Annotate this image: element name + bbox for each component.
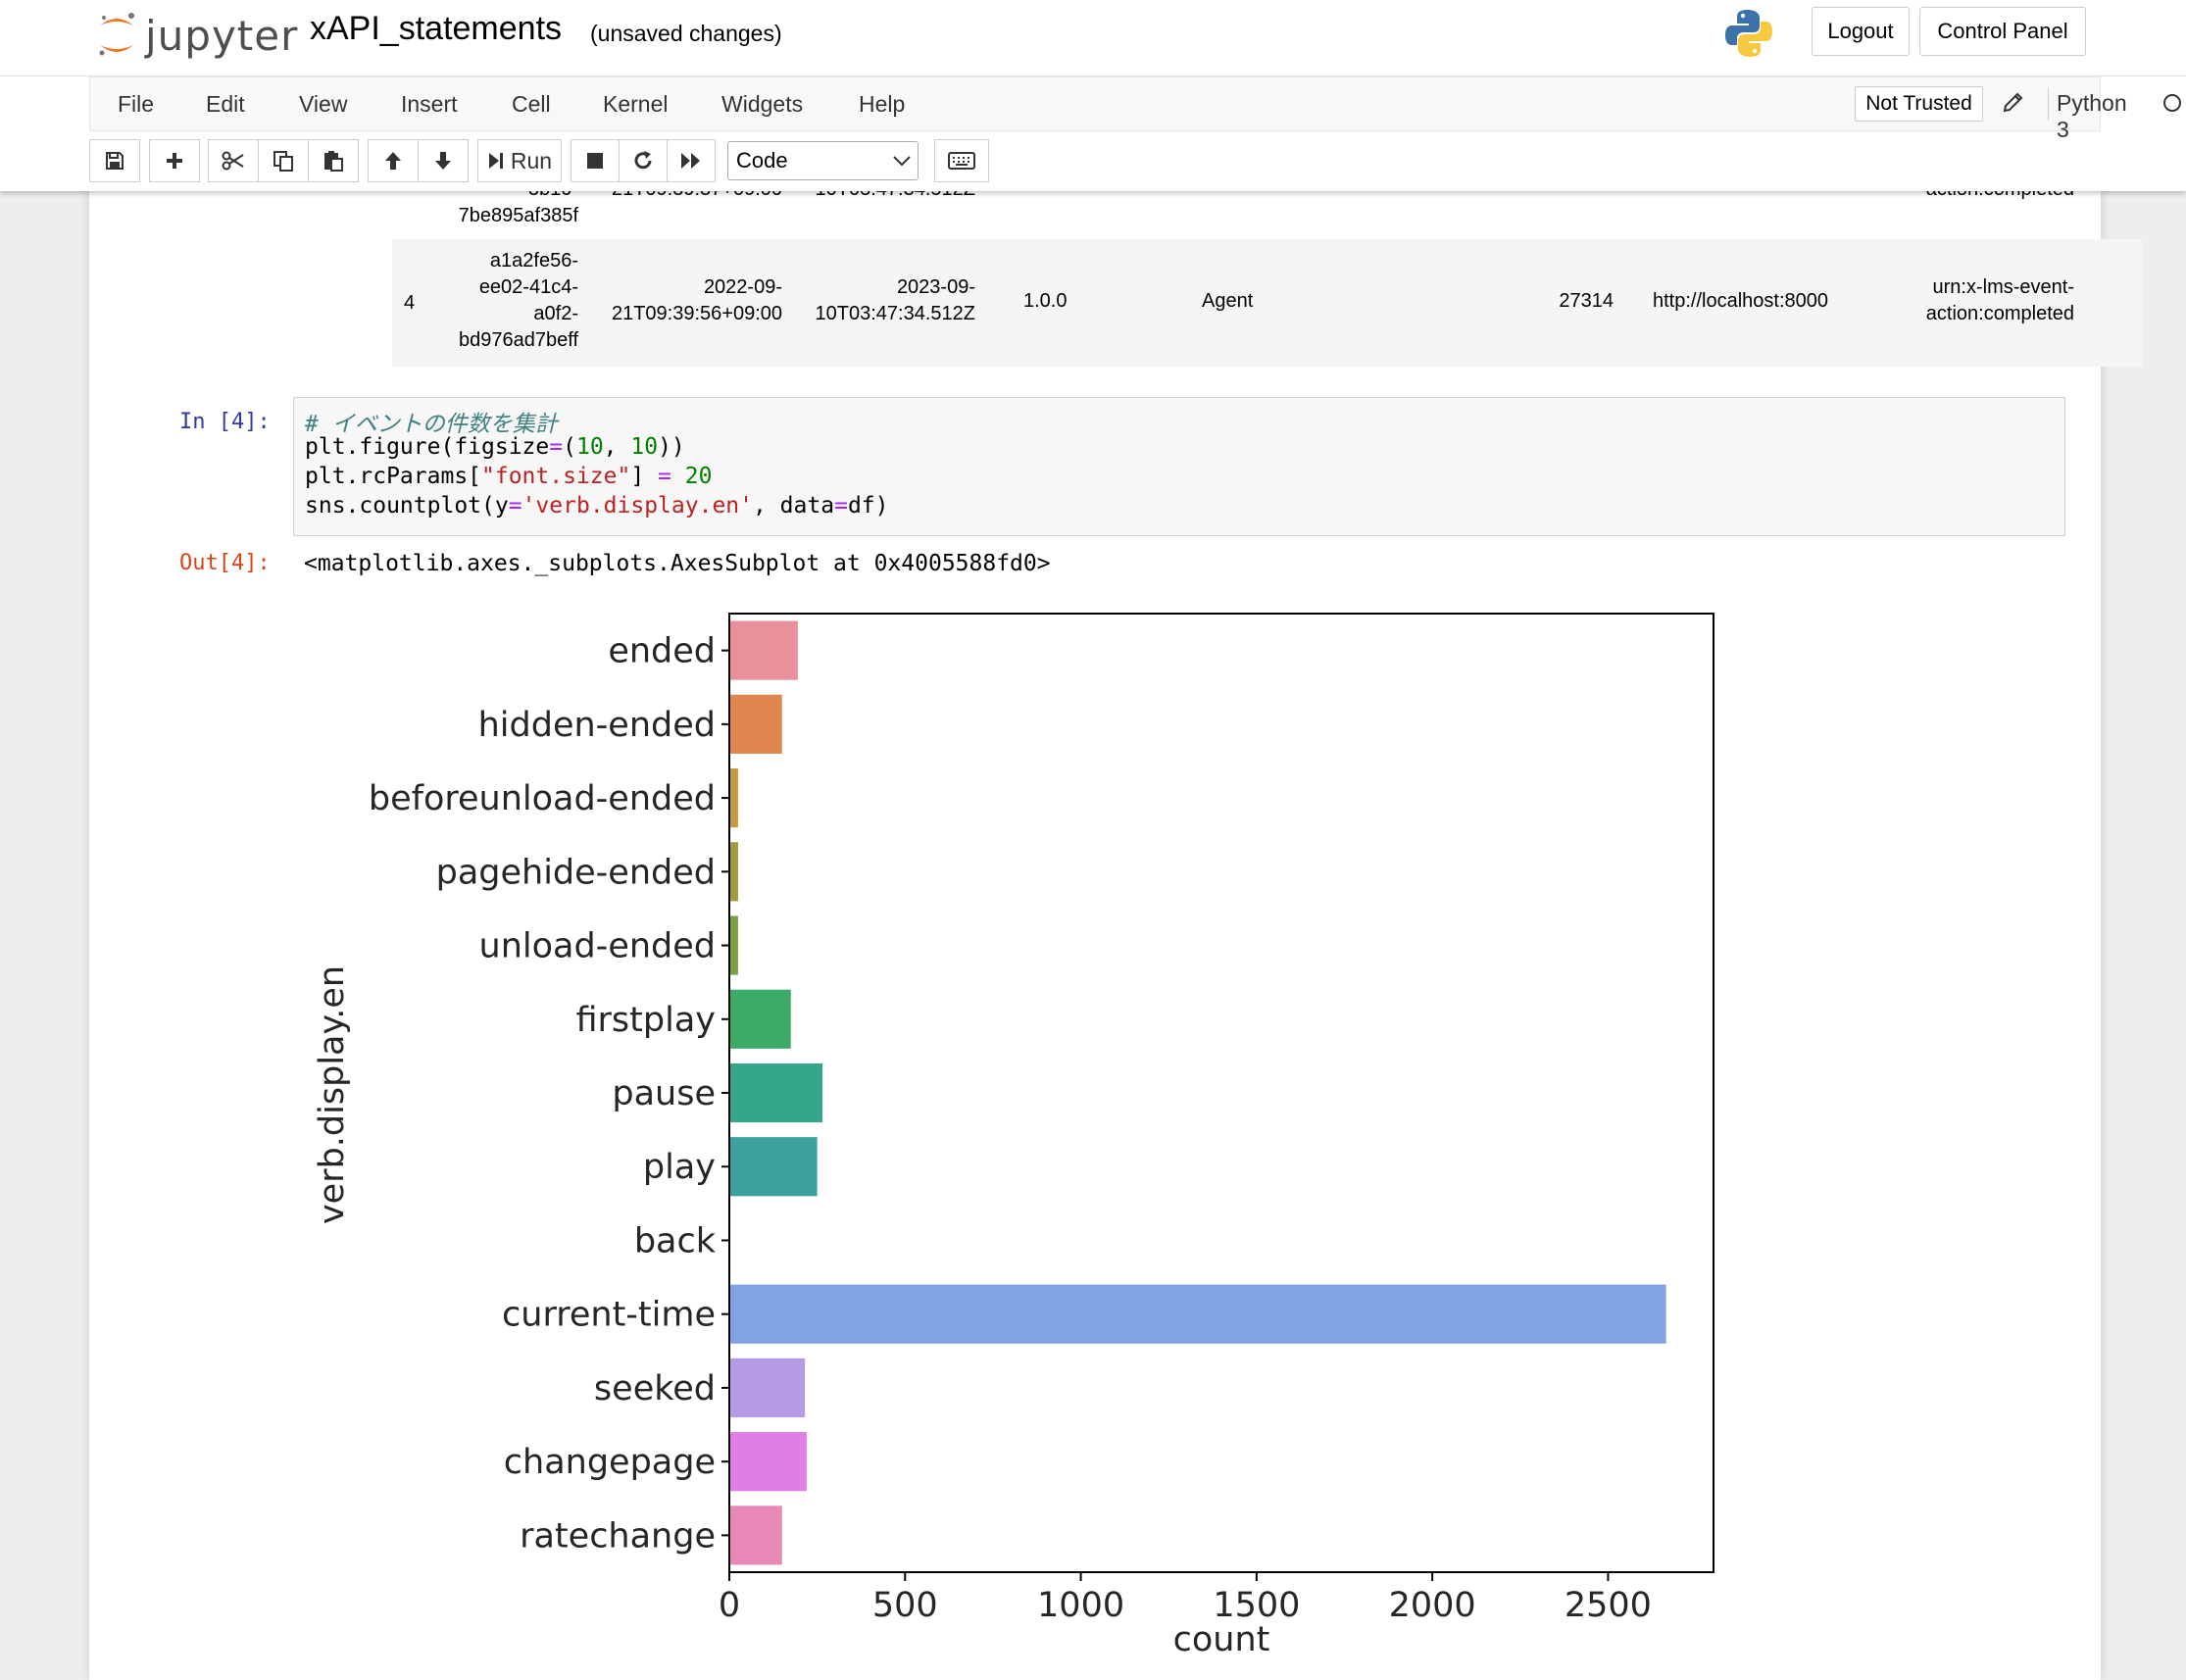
stop-icon: [587, 153, 603, 169]
kernel-name[interactable]: Python 3: [2057, 90, 2127, 143]
keyboard-icon: [948, 152, 975, 170]
y-axis-label: verb.display.en: [313, 965, 352, 1224]
fast-forward-icon: [681, 153, 700, 169]
control-panel-button[interactable]: Control Panel: [1919, 7, 2086, 56]
run-button[interactable]: Run: [477, 139, 562, 182]
bar-ratechange: [729, 1506, 782, 1565]
kernel-separator: [2048, 87, 2049, 121]
bar-changepage: [729, 1432, 807, 1492]
cut-icon: [222, 151, 244, 171]
jupyter-logo-icon: [99, 13, 134, 56]
menu-edit[interactable]: Edit: [206, 91, 245, 118]
y-tick-label: current-time: [502, 1296, 716, 1335]
python-logo-icon: [1723, 8, 1774, 64]
move-up-button[interactable]: [368, 139, 419, 182]
header-bar: jupyter xAPI_statements (unsaved changes…: [0, 0, 2186, 76]
y-tick-label: back: [634, 1221, 717, 1260]
menu-view[interactable]: View: [299, 91, 347, 118]
x-tick-label: 2500: [1565, 1586, 1652, 1625]
paste-icon: [324, 151, 343, 172]
x-tick-label: 500: [872, 1586, 938, 1625]
y-tick-label: seeked: [594, 1369, 716, 1408]
not-trusted-badge[interactable]: Not Trusted: [1855, 86, 1983, 122]
notebook-container: 3b10- 7be895af385f 21T09:39:37+09:00 10T…: [89, 0, 2142, 1680]
paste-button[interactable]: [308, 139, 359, 182]
menu-bar: File Edit View Insert Cell Kernel Widget…: [89, 76, 2181, 142]
y-tick-label: pagehide-ended: [436, 853, 716, 892]
copy-icon: [273, 151, 293, 172]
pencil-icon[interactable]: [2002, 90, 2025, 114]
plus-icon: [167, 153, 182, 169]
arrow-down-icon: [435, 152, 451, 170]
arrow-up-icon: [385, 152, 401, 170]
x-tick-label: 0: [719, 1586, 740, 1625]
countplot-chart: ended hidden-ended beforeunload-ended pageh…: [313, 613, 1714, 1659]
bar-unload-ended: [729, 915, 738, 975]
notebook-name[interactable]: xAPI_statements: [310, 10, 562, 48]
y-tick-label: unload-ended: [479, 927, 716, 966]
run-label: Run: [510, 147, 553, 173]
plot-frame: [728, 613, 1714, 1573]
menu-cell[interactable]: Cell: [512, 91, 551, 118]
save-icon: [106, 152, 124, 170]
header: jupyter xAPI_statements (unsaved changes…: [0, 0, 2186, 191]
restart-button[interactable]: [619, 139, 668, 182]
run-icon: [488, 153, 503, 169]
y-tick-label: ended: [608, 632, 716, 671]
cell-type-value: Code: [736, 148, 788, 173]
menu-kernel[interactable]: Kernel: [603, 91, 668, 118]
bar-pause: [729, 1062, 823, 1123]
bar-beforeunload-ended: [729, 767, 738, 828]
y-tick-label: beforeunload-ended: [369, 779, 716, 818]
kernel-idle-icon: [2163, 94, 2181, 112]
menu-file[interactable]: File: [118, 91, 154, 118]
bar-current-time: [729, 1284, 1666, 1344]
menu-insert[interactable]: Insert: [401, 91, 458, 118]
bar-play: [729, 1137, 818, 1197]
move-down-button[interactable]: [418, 139, 469, 182]
menu-widgets[interactable]: Widgets: [721, 91, 803, 118]
x-axis-label: count: [1173, 1620, 1270, 1659]
interrupt-button[interactable]: [571, 139, 620, 182]
x-tick-label: 1000: [1037, 1586, 1124, 1625]
bar-seeked: [729, 1358, 806, 1418]
insert-cell-button[interactable]: [149, 139, 200, 182]
logout-button[interactable]: Logout: [1812, 7, 1910, 56]
bar-hidden-ended: [729, 694, 782, 754]
command-palette-button[interactable]: [934, 139, 989, 182]
cut-button[interactable]: [208, 139, 259, 182]
x-tick-label: 2000: [1389, 1586, 1476, 1625]
jupyter-logo[interactable]: jupyter: [96, 6, 298, 65]
copy-button[interactable]: [258, 139, 309, 182]
bar-pagehide-ended: [729, 842, 738, 902]
bar-firstplay: [729, 989, 791, 1049]
restart-icon: [634, 151, 652, 170]
cell-type-select[interactable]: Code: [727, 141, 919, 180]
save-status: (unsaved changes): [590, 21, 782, 46]
restart-run-all-button[interactable]: [667, 139, 716, 182]
save-button[interactable]: [89, 139, 140, 182]
y-tick-label: firstplay: [576, 1001, 717, 1040]
x-tick-label: 1500: [1213, 1586, 1300, 1625]
menu-help[interactable]: Help: [859, 91, 905, 118]
y-tick-label: ratechange: [520, 1516, 716, 1556]
logo-text: jupyter: [145, 11, 299, 60]
chevron-down-icon: [893, 156, 911, 167]
y-tick-label: play: [643, 1148, 716, 1187]
y-tick-label: changepage: [504, 1443, 716, 1482]
y-tick-label: pause: [612, 1074, 716, 1113]
y-tick-label: hidden-ended: [478, 706, 716, 745]
bar-ended: [729, 620, 798, 680]
